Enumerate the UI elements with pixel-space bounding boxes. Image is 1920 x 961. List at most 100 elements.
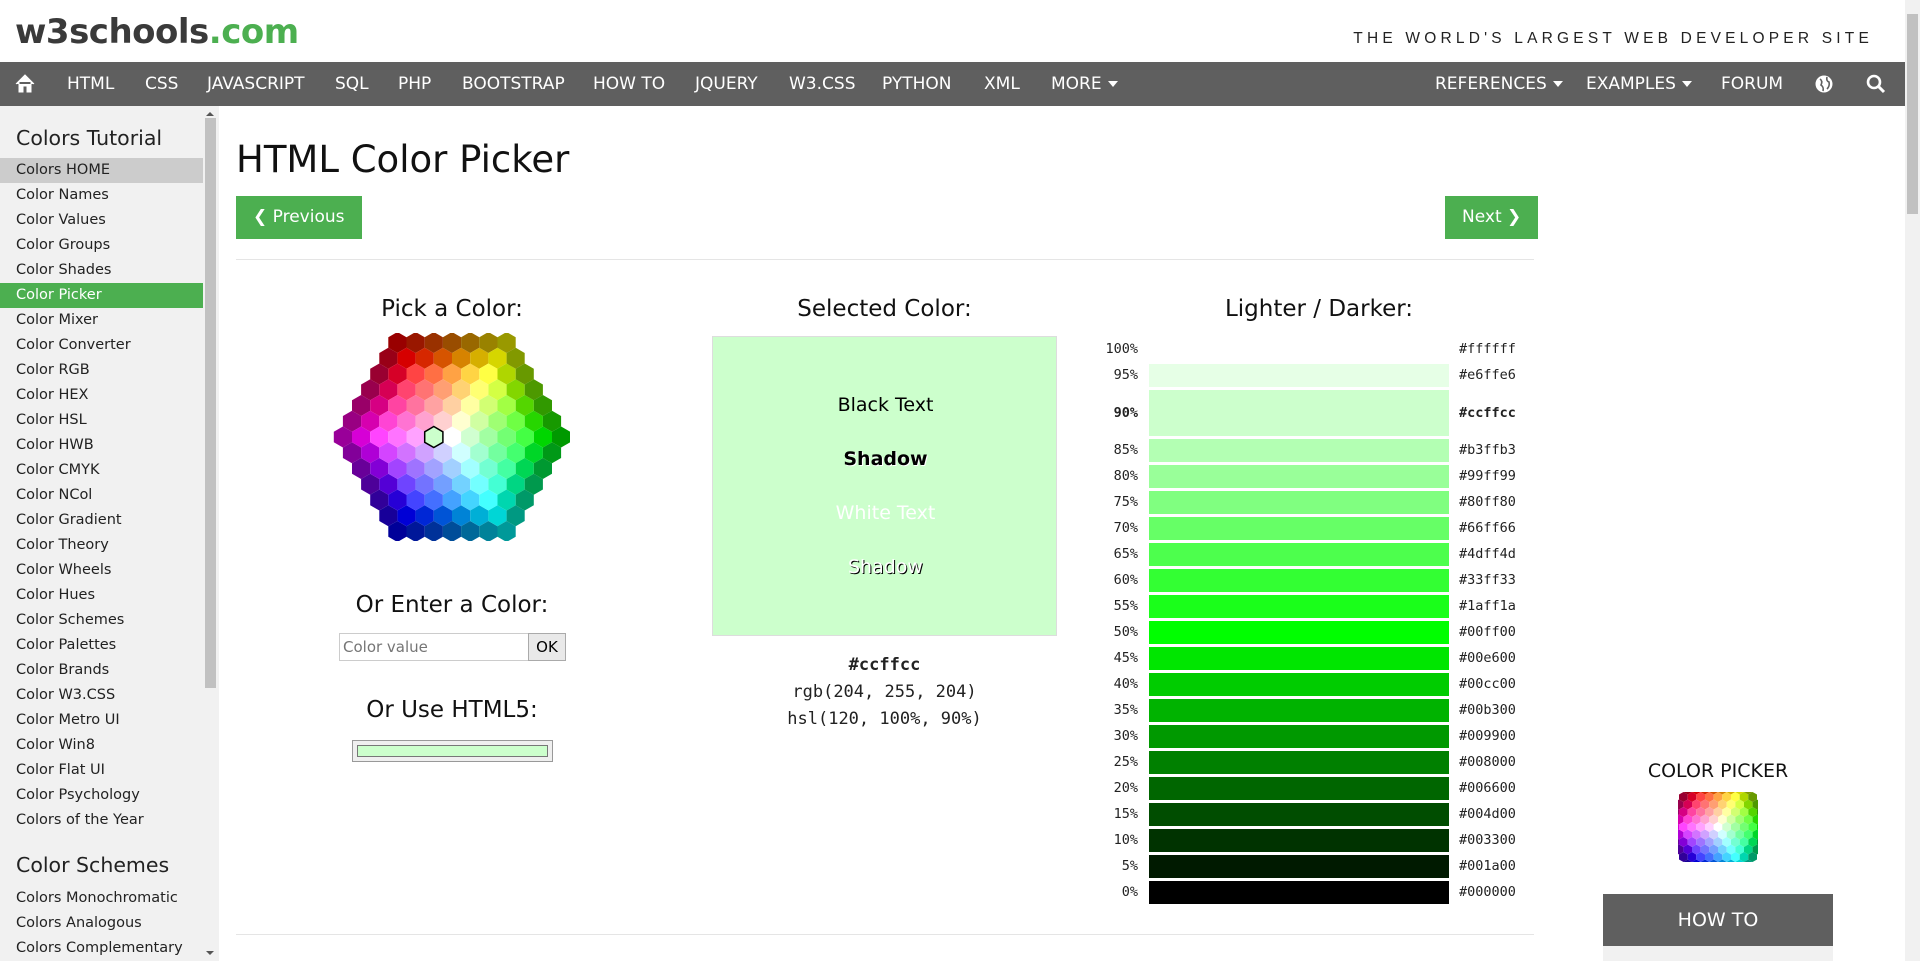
- sidebar-item[interactable]: Color Metro UI: [0, 708, 203, 733]
- selected-color-preview: Black Text Shadow White Text Shadow: [712, 336, 1057, 636]
- sidebar-item[interactable]: Colors of the Year: [0, 808, 203, 833]
- nav-python[interactable]: PYTHON: [882, 62, 952, 106]
- sidebar-item[interactable]: Color HEX: [0, 383, 203, 408]
- color-value-input[interactable]: [339, 633, 529, 661]
- sidebar-item[interactable]: Color Palettes: [0, 633, 203, 658]
- shade-swatch[interactable]: [1149, 491, 1449, 514]
- nav-jquery[interactable]: JQUERY: [695, 62, 758, 106]
- nav-html[interactable]: HTML: [67, 62, 114, 106]
- next-button[interactable]: Next ❯: [1445, 196, 1539, 239]
- sidebar-item[interactable]: Colors Monochromatic: [0, 886, 203, 911]
- howto-panel-header[interactable]: HOW TO: [1603, 894, 1833, 946]
- nav-forum[interactable]: FORUM: [1721, 62, 1783, 106]
- sidebar-item[interactable]: Color Theory: [0, 533, 203, 558]
- shade-swatch[interactable]: [1149, 439, 1449, 462]
- sidebar-item[interactable]: Color Mixer: [0, 308, 203, 333]
- sidebar-item[interactable]: Color Picker: [0, 283, 203, 308]
- selected-hex-marker[interactable]: [423, 425, 444, 449]
- shade-swatch[interactable]: [1149, 390, 1449, 436]
- shade-swatch[interactable]: [1149, 751, 1449, 774]
- sidebar-item[interactable]: Color Flat UI: [0, 758, 203, 783]
- nav-css[interactable]: CSS: [145, 62, 178, 106]
- enter-color-title: Or Enter a Color:: [355, 592, 549, 618]
- previous-button[interactable]: ❮ Previous: [236, 196, 362, 239]
- nav-howto[interactable]: HOW TO: [593, 62, 665, 106]
- sidebar-item[interactable]: Color Shades: [0, 258, 203, 283]
- shade-swatch[interactable]: [1149, 699, 1449, 722]
- sidebar-item[interactable]: Colors HOME: [0, 158, 203, 183]
- shade-swatch[interactable]: [1149, 855, 1449, 878]
- shade-swatch[interactable]: [1149, 543, 1449, 566]
- sidebar-item[interactable]: Color HWB: [0, 433, 203, 458]
- sidebar-item[interactable]: Color NCol: [0, 483, 203, 508]
- nav-php[interactable]: PHP: [398, 62, 431, 106]
- nav-sql[interactable]: SQL: [335, 62, 369, 106]
- sidebar-item[interactable]: Color Names: [0, 183, 203, 208]
- shade-row: 5% #001a00: [1100, 855, 1520, 878]
- logo-suffix[interactable]: .com: [209, 12, 299, 52]
- sidebar-item[interactable]: Color Schemes: [0, 608, 203, 633]
- shade-swatch[interactable]: [1149, 803, 1449, 826]
- sidebar-item[interactable]: Color HSL: [0, 408, 203, 433]
- shade-swatch[interactable]: [1149, 595, 1449, 618]
- color-picker-promo-label[interactable]: COLOR PICKER: [1640, 760, 1796, 782]
- shade-swatch[interactable]: [1149, 673, 1449, 696]
- shade-swatch[interactable]: [1149, 364, 1449, 387]
- logo-main[interactable]: w3schools: [15, 12, 209, 52]
- sidebar-item[interactable]: Color CMYK: [0, 458, 203, 483]
- sidebar-item[interactable]: Color RGB: [0, 358, 203, 383]
- lighter-darker-title: Lighter / Darker:: [1224, 296, 1414, 322]
- page-scrollbar-thumb[interactable]: [1907, 14, 1918, 214]
- sidebar-item[interactable]: Color Converter: [0, 333, 203, 358]
- sidebar-item[interactable]: Colors Complementary: [0, 936, 203, 961]
- nav-references-label: REFERENCES: [1435, 74, 1547, 94]
- shade-swatch[interactable]: [1149, 777, 1449, 800]
- chevron-left-icon: ❮: [253, 207, 273, 227]
- shade-swatch[interactable]: [1149, 465, 1449, 488]
- sidebar-item[interactable]: Color Psychology: [0, 783, 203, 808]
- sidebar-heading-tutorial: Colors Tutorial: [16, 126, 163, 150]
- shade-swatch[interactable]: [1149, 725, 1449, 748]
- shade-row: 50% #00ff00: [1100, 621, 1520, 644]
- shade-swatch[interactable]: [1149, 647, 1449, 670]
- shade-swatch[interactable]: [1149, 569, 1449, 592]
- nav-references[interactable]: REFERENCES: [1435, 62, 1563, 106]
- html5-color-input[interactable]: [352, 740, 553, 762]
- shade-swatch[interactable]: [1149, 338, 1449, 361]
- scroll-down-arrow-icon[interactable]: [206, 951, 214, 955]
- shade-swatch[interactable]: [1149, 517, 1449, 540]
- sidebar-item[interactable]: Colors Analogous: [0, 911, 203, 936]
- nav-bootstrap[interactable]: BOOTSTRAP: [462, 62, 565, 106]
- shade-swatch[interactable]: [1149, 621, 1449, 644]
- globe-icon[interactable]: [1814, 62, 1834, 106]
- color-hexagon-map[interactable]: [330, 333, 570, 541]
- sidebar-item[interactable]: Color Gradient: [0, 508, 203, 533]
- search-icon[interactable]: [1866, 62, 1886, 106]
- nav-xml[interactable]: XML: [984, 62, 1020, 106]
- sidebar-item[interactable]: Color Groups: [0, 233, 203, 258]
- sidebar-item[interactable]: Color Brands: [0, 658, 203, 683]
- shade-hex-value: #00b300: [1459, 702, 1516, 718]
- color-picker-promo-icon[interactable]: [1678, 792, 1758, 862]
- sidebar-item[interactable]: Color Hues: [0, 583, 203, 608]
- sidebar-item[interactable]: Color Values: [0, 208, 203, 233]
- nav-examples[interactable]: EXAMPLES: [1586, 62, 1692, 106]
- sidebar-item[interactable]: Color Win8: [0, 733, 203, 758]
- site-logo[interactable]: w3schools.com: [15, 12, 299, 52]
- nav-javascript[interactable]: JAVASCRIPT: [207, 62, 305, 106]
- shade-hex-value: #008000: [1459, 754, 1516, 770]
- sidebar-item[interactable]: Color W3.CSS: [0, 683, 203, 708]
- shade-percent: 75%: [1113, 494, 1138, 510]
- sidebar-item[interactable]: Color Wheels: [0, 558, 203, 583]
- shade-swatch[interactable]: [1149, 829, 1449, 852]
- nav-w3css[interactable]: W3.CSS: [789, 62, 855, 106]
- nav-more[interactable]: MORE: [1051, 62, 1118, 106]
- home-icon[interactable]: [14, 62, 36, 106]
- ok-button[interactable]: OK: [528, 633, 566, 661]
- shade-hex-value: #001a00: [1459, 858, 1516, 874]
- howto-panel-body: [1603, 946, 1833, 961]
- scroll-up-arrow-icon[interactable]: [206, 112, 214, 116]
- shade-percent: 5%: [1121, 858, 1138, 874]
- sidebar-scrollbar-thumb[interactable]: [205, 118, 216, 688]
- shade-swatch[interactable]: [1149, 881, 1449, 904]
